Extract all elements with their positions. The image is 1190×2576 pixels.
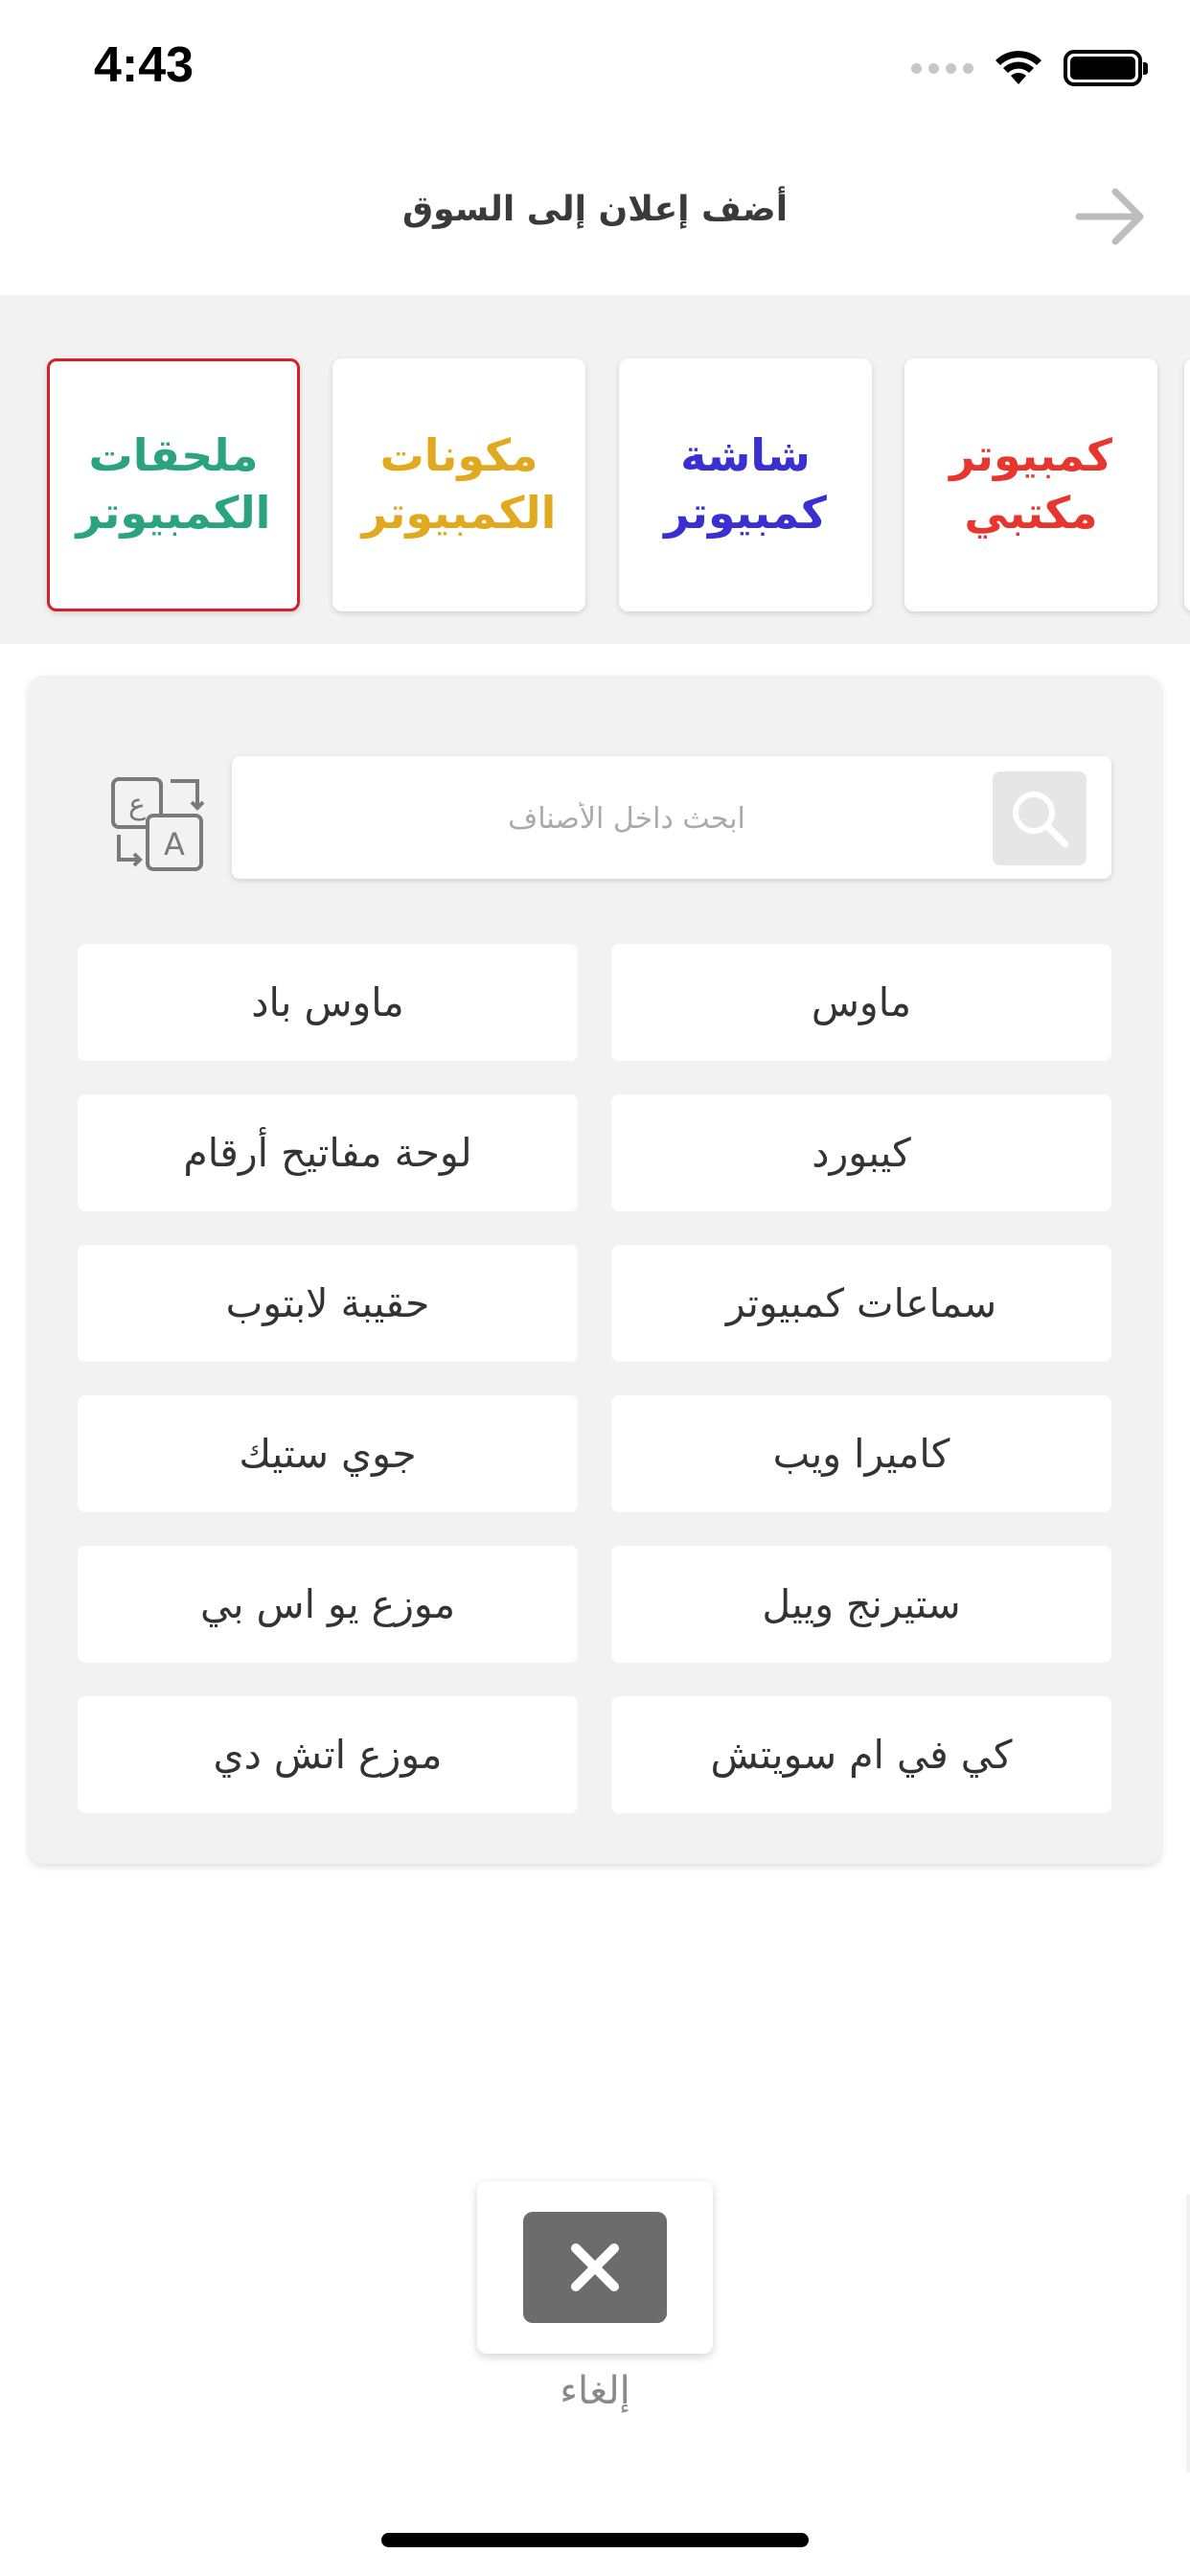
svg-text:ع: ع — [128, 788, 146, 821]
subcategory-item[interactable]: موزع اتش دي — [78, 1696, 578, 1813]
category-card-partial[interactable] — [1184, 358, 1190, 611]
header: أضف إعلان إلى السوق — [0, 134, 1190, 295]
status-bar: 4:43 — [0, 0, 1190, 134]
cancel-button-face[interactable] — [523, 2212, 667, 2323]
subcategory-item[interactable]: موزع يو اس بي — [78, 1546, 578, 1663]
category-computer-components[interactable]: مكونات الكمبيوتر — [332, 358, 585, 611]
subcategory-item[interactable]: ستيرنج وييل — [611, 1546, 1111, 1663]
subcategory-item[interactable]: كيبورد — [611, 1094, 1111, 1211]
close-icon — [571, 2243, 619, 2291]
subcategory-item[interactable]: سماعات كمبيوتر — [611, 1245, 1111, 1362]
category-computer-accessories[interactable]: ملحقات الكمبيوتر — [47, 358, 300, 611]
search-box — [232, 756, 1111, 881]
search-button[interactable] — [993, 771, 1087, 865]
cellular-signal-icon — [911, 62, 973, 74]
cancel-button[interactable] — [477, 2181, 713, 2354]
category-desktop-computer[interactable]: كمبيوتر مكتبي — [904, 358, 1157, 611]
translate-button[interactable]: ع A — [105, 771, 211, 877]
status-time: 4:43 — [94, 37, 195, 93]
category-computer-monitor[interactable]: شاشة كمبيوتر — [619, 358, 872, 611]
subcategory-panel: ع A ماوس ماوس باد كيبورد لوحة مفاتيح أرق… — [29, 676, 1161, 1864]
wifi-icon — [995, 51, 1041, 84]
edge-divider — [1186, 2195, 1190, 2472]
subcategory-item[interactable]: ماوس باد — [78, 944, 578, 1061]
page-title: أضف إعلان إلى السوق — [401, 190, 789, 229]
translate-icon: ع A — [111, 777, 205, 871]
search-icon — [1013, 792, 1069, 848]
cancel-label: إلغاء — [560, 2369, 630, 2413]
category-strip[interactable]: كمبيوتر مكتبي شاشة كمبيوتر مكونات الكمبي… — [0, 295, 1190, 644]
subcategory-item[interactable]: لوحة مفاتيح أرقام — [78, 1094, 578, 1211]
subcategory-item[interactable]: جوي ستيك — [78, 1395, 578, 1512]
subcategory-item[interactable]: كي في ام سويتش — [611, 1696, 1111, 1813]
subcategory-item[interactable]: كاميرا ويب — [611, 1395, 1111, 1512]
battery-icon — [1064, 50, 1148, 86]
subcategory-item[interactable]: حقيبة لابتوب — [78, 1245, 578, 1362]
subcategory-item[interactable]: ماوس — [611, 944, 1111, 1061]
arrow-right-icon — [1075, 188, 1144, 245]
status-icons — [911, 44, 1148, 92]
home-indicator[interactable] — [381, 2533, 809, 2547]
back-button[interactable] — [1071, 178, 1148, 255]
search-input[interactable] — [261, 756, 993, 881]
svg-text:A: A — [164, 826, 185, 862]
